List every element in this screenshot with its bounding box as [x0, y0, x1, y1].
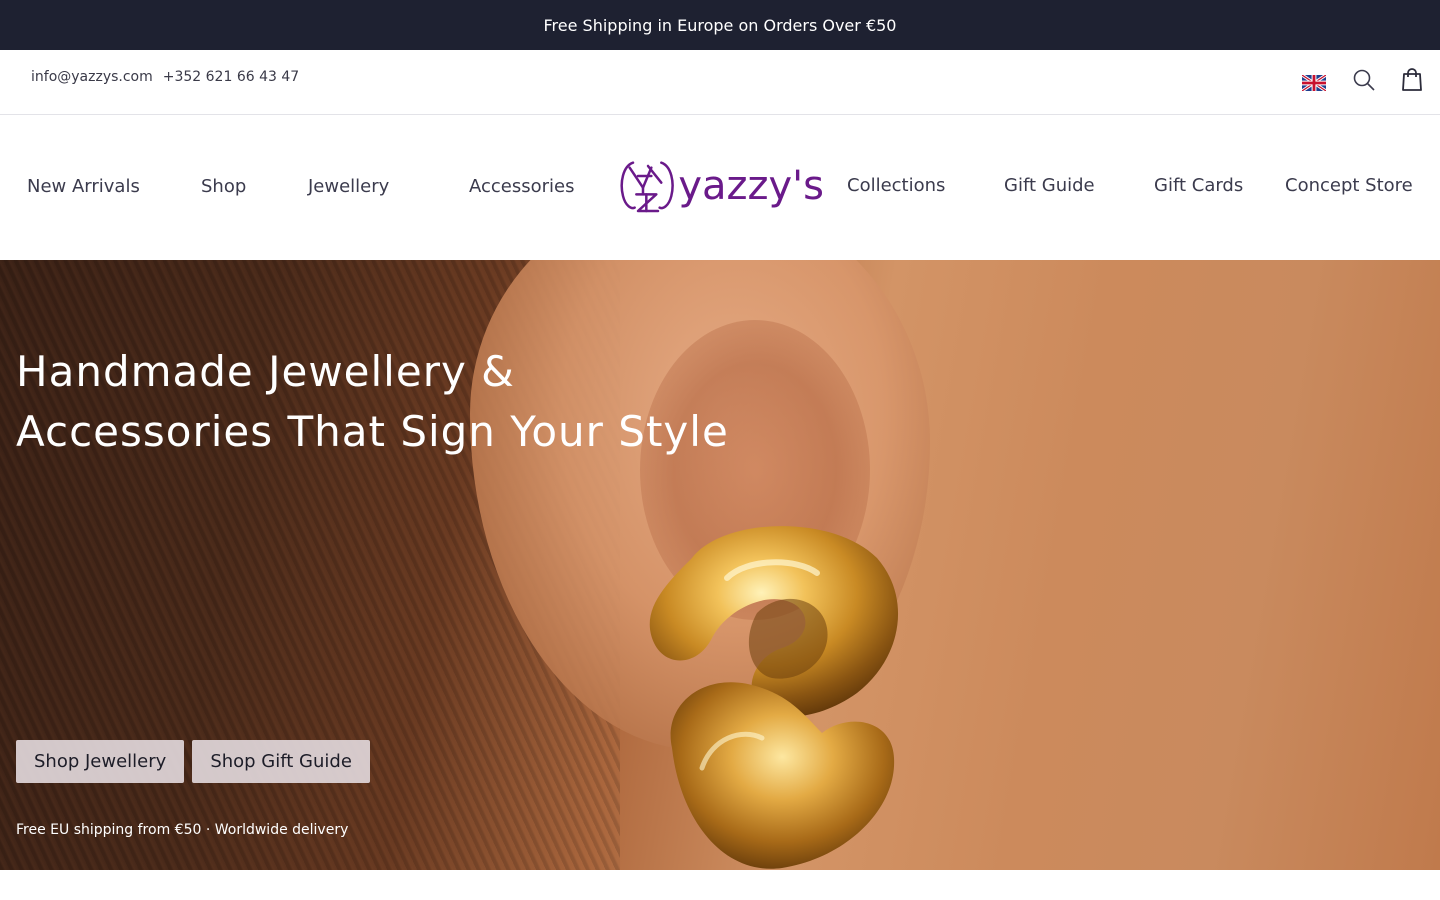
hero-headline-line2: Accessories That Sign Your Style: [16, 407, 729, 456]
search-icon[interactable]: [1352, 67, 1376, 93]
uk-flag-icon[interactable]: [1302, 74, 1326, 91]
main-navigation: New Arrivals Shop Jewellery Accessories …: [0, 115, 1440, 260]
email-link[interactable]: info@yazzys.com: [31, 69, 153, 85]
nav-jewellery[interactable]: Jewellery: [308, 176, 389, 197]
brand-logo[interactable]: yazzy's: [618, 151, 824, 221]
nav-shop[interactable]: Shop: [201, 176, 246, 197]
announcement-text: Free Shipping in Europe on Orders Over €…: [543, 15, 897, 35]
hero-headline: Handmade Jewellery & Accessories That Si…: [16, 342, 776, 462]
contact-info: info@yazzys.com +352 621 66 43 47: [31, 69, 299, 85]
nav-gift-cards[interactable]: Gift Cards: [1154, 175, 1243, 196]
nav-collections[interactable]: Collections: [847, 175, 945, 196]
utility-icons: [1302, 67, 1424, 93]
shop-jewellery-button[interactable]: Shop Jewellery: [16, 740, 185, 783]
utility-bar: info@yazzys.com +352 621 66 43 47: [0, 50, 1440, 115]
hero-cta-group: Shop Jewellery Shop Gift Guide: [16, 740, 370, 783]
nav-gift-guide[interactable]: Gift Guide: [1004, 175, 1095, 196]
logo-mark-icon: [620, 161, 674, 213]
nav-accessories[interactable]: Accessories: [469, 176, 575, 197]
nav-new-arrivals[interactable]: New Arrivals: [27, 176, 140, 197]
announcement-bar: Free Shipping in Europe on Orders Over €…: [0, 0, 1440, 50]
logo-text: yazzy's: [678, 163, 824, 209]
shopping-bag-icon[interactable]: [1400, 67, 1424, 93]
phone-link[interactable]: +352 621 66 43 47: [163, 69, 299, 85]
nav-concept-store[interactable]: Concept Store: [1285, 175, 1413, 196]
gold-earring-image: [649, 526, 899, 869]
hero-banner: Handmade Jewellery & Accessories That Si…: [0, 260, 1440, 870]
shipping-note: Free EU shipping from €50 · Worldwide de…: [16, 822, 349, 838]
hero-headline-line1: Handmade Jewellery &: [16, 347, 515, 396]
shop-gift-guide-button[interactable]: Shop Gift Guide: [192, 740, 370, 783]
